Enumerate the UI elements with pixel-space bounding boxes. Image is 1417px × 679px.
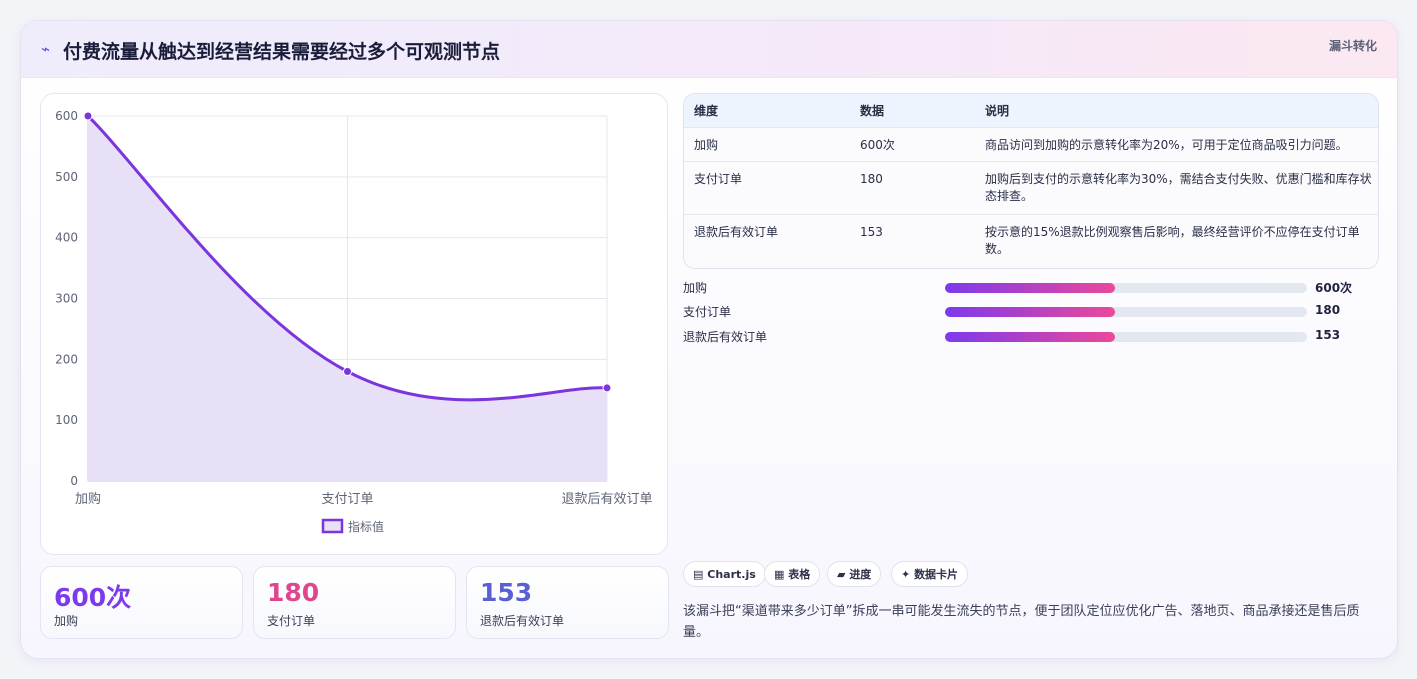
stat-card-valid-orders: 153 退款后有效订单 (466, 566, 669, 639)
y-tick-label: 300 (55, 292, 78, 306)
progress-label: 加购 (683, 281, 708, 295)
legend-label: 指标值 (348, 519, 384, 534)
table-cell: 600次 (860, 138, 895, 152)
table-header-cell: 维度 (694, 104, 719, 118)
chip-label: 进度 (849, 568, 872, 581)
data-point (602, 383, 612, 393)
table-cell: 153 (860, 225, 883, 239)
progress-fill (945, 283, 1116, 293)
chip-data-card[interactable]: ✦ 数据卡片 (891, 561, 969, 587)
stat-value: 180 (267, 578, 320, 607)
legend-swatch (321, 518, 344, 534)
table-cell: 加购 (694, 138, 719, 152)
y-tick-label: 400 (55, 231, 78, 245)
progress-track (945, 307, 1307, 317)
y-tick-label: 0 (70, 474, 78, 488)
table-cell: 按示意的15%退款比例观察售后影响，最终经营评价不应停在支付订单数。 (985, 225, 1360, 256)
chip-chartjs[interactable]: ▤ Chart.js (683, 561, 766, 587)
data-point (83, 111, 93, 121)
progress-row: 支付订单 180 (683, 303, 1377, 321)
category-tag: 漏斗转化 (1328, 39, 1377, 53)
table-cell: 加购后到支付的示意转化率为30%，需结合支付失败、优惠门槛和库存状态排查。 (985, 172, 1372, 203)
progress-track (945, 332, 1307, 342)
stat-label: 加购 (54, 614, 79, 628)
progress-value: 600次 (1315, 281, 1353, 295)
table-row: 加购 600次 商品访问到加购的示意转化率为20%，可用于定位商品吸引力问题。 (684, 127, 1378, 162)
progress-value: 153 (1315, 328, 1341, 342)
progress-fill (945, 332, 1116, 342)
chip-table[interactable]: ▦ 表格 (764, 561, 821, 587)
progress-icon: ▰ (837, 568, 846, 581)
progress-label: 退款后有效订单 (683, 330, 768, 344)
data-table: 维度 数据 说明 加购 600次 商品访问到加购的示意转化率为20%，可用于定位… (683, 93, 1379, 269)
stat-card-paid-orders: 180 支付订单 (253, 566, 456, 639)
progress-value: 180 (1315, 303, 1341, 317)
card-title: 付费流量从触达到经营结果需要经过多个可观测节点 (63, 41, 501, 63)
sparkle-icon: ✦ (901, 568, 911, 581)
table-cell: 支付订单 (694, 172, 743, 186)
x-tick-label: 支付订单 (321, 492, 373, 507)
progress-track (945, 283, 1307, 293)
table-header-row: 维度 数据 说明 (684, 94, 1378, 127)
table-header-cell: 数据 (860, 104, 885, 118)
table-cell: 180 (860, 172, 883, 186)
table-icon: ▦ (774, 568, 785, 581)
stat-value: 153 (480, 578, 533, 607)
line-chart: 0 100 200 300 400 500 600 加购 支付订单 退款后有效订单指标值 (40, 93, 668, 555)
x-tick-label: 加购 (75, 491, 101, 507)
table-cell: 退款后有效订单 (694, 225, 779, 239)
chip-label: 表格 (788, 568, 811, 581)
progress-label: 支付订单 (683, 305, 732, 319)
description-text: 该漏斗把“渠道带来多少订单”拆成一串可能发生流失的节点，便于团队定位应优化广告、… (683, 604, 1360, 640)
table-row: 退款后有效订单 153 按示意的15%退款比例观察售后影响，最终经营评价不应停在… (684, 214, 1378, 268)
stat-label: 退款后有效订单 (480, 614, 565, 628)
y-tick-label: 200 (55, 352, 78, 366)
spark-icon: ⌁ (41, 40, 51, 58)
table-header-cell: 说明 (985, 104, 1010, 118)
stat-label: 支付订单 (267, 614, 316, 628)
progress-row: 加购 600次 (683, 279, 1377, 297)
stat-card-add-to-cart: 600次 加购 (40, 566, 243, 639)
chip-label: Chart.js (707, 568, 756, 581)
chip-label: 数据卡片 (914, 568, 959, 581)
progress-row: 退款后有效订单 153 (683, 328, 1377, 346)
chart-canvas: 0 100 200 300 400 500 600 加购 支付订单 退款后有效订单指标值 (55, 109, 652, 534)
chart-icon: ▤ (693, 568, 704, 581)
x-tick-label: 退款后有效订单 (561, 492, 652, 507)
progress-fill (945, 307, 1116, 317)
table-row: 支付订单 180 加购后到支付的示意转化率为30%，需结合支付失败、优惠门槛和库… (684, 161, 1378, 215)
data-point (343, 367, 352, 376)
y-tick-label: 500 (55, 170, 78, 184)
funnel-card: ⌁ 付费流量从触达到经营结果需要经过多个可观测节点 漏斗转化 0 100 200 30… (20, 20, 1398, 659)
stat-value: 600次 (54, 583, 132, 612)
card-header: ⌁ 付费流量从触达到经营结果需要经过多个可观测节点 漏斗转化 (21, 21, 1397, 78)
y-tick-label: 100 (55, 413, 78, 427)
y-tick-label: 600 (55, 109, 78, 123)
table-cell: 商品访问到加购的示意转化率为20%，可用于定位商品吸引力问题。 (985, 138, 1348, 152)
chip-progress[interactable]: ▰ 进度 (827, 561, 882, 587)
